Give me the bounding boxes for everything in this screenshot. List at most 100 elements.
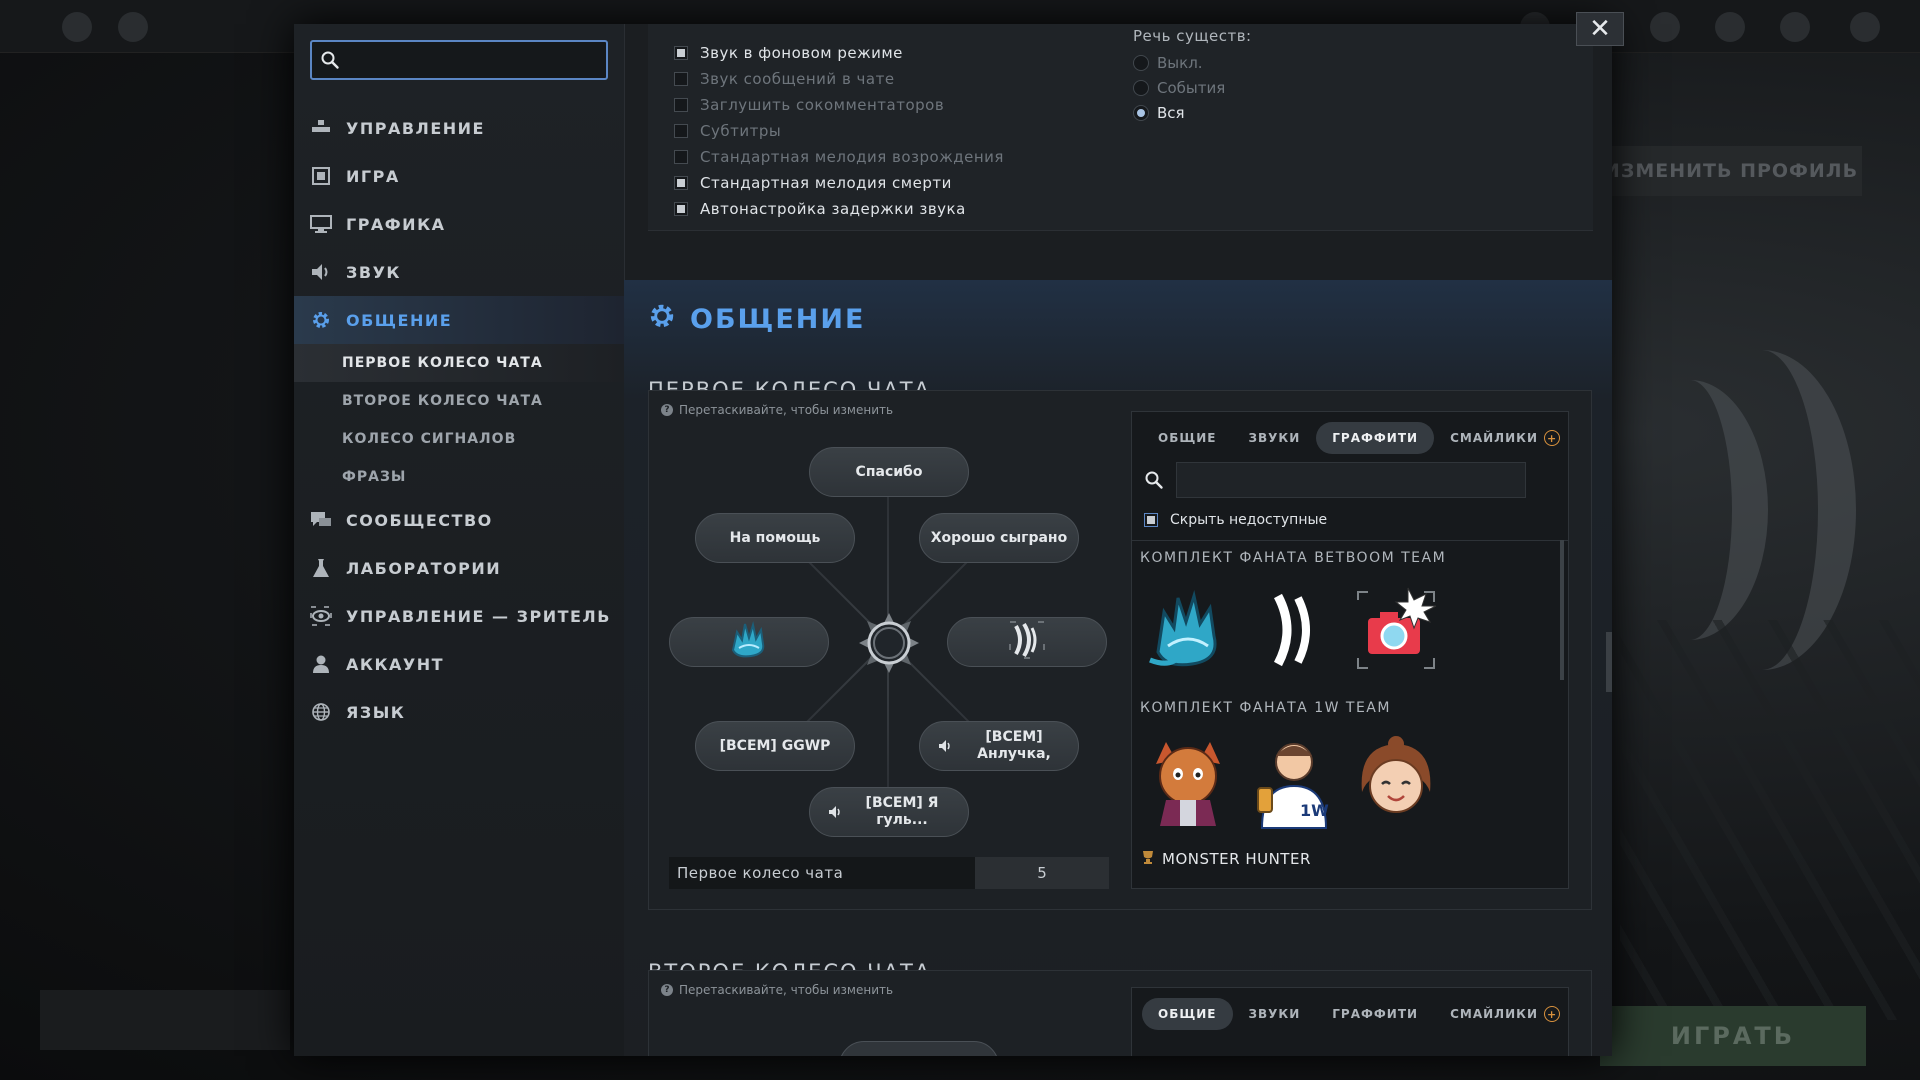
- wheel-number-field[interactable]: 5: [975, 857, 1109, 889]
- background-icon: [62, 12, 92, 42]
- camera-sticker[interactable]: [1348, 582, 1444, 678]
- sticker-group-title: КОМПЛЕКТ ФАНАТА 1W TEAM: [1140, 700, 1391, 716]
- settings-nav: УПРАВЛЕНИЕ ИГРА ГРАФИКА ЗВУК ОБЩЕНИЕ ПЕР…: [294, 104, 624, 736]
- sidebar-subitem-second-chat-wheel[interactable]: ВТОРОЕ КОЛЕСО ЧАТА: [294, 382, 624, 420]
- wheel-name-bar: Первое колесо чата 5: [669, 857, 1109, 889]
- sidebar-item-spectator-controls[interactable]: УПРАВЛЕНИЕ — ЗРИТЕЛЬ: [294, 592, 624, 640]
- wheel-slot-label: [ВСЕМ] Я гуль...: [865, 795, 939, 828]
- settings-search-input[interactable]: [348, 48, 602, 74]
- picker-scrollbar[interactable]: [1560, 540, 1564, 680]
- sidebar-subitem-phrases[interactable]: ФРАЗЫ: [294, 458, 624, 496]
- wheel-slot-top[interactable]: [839, 1041, 999, 1056]
- sidebar-item-account[interactable]: АККАУНТ: [294, 640, 624, 688]
- wheel-slot-label: Спасибо: [855, 463, 923, 480]
- tab-sounds[interactable]: ЗВУКИ: [1233, 998, 1317, 1030]
- wheel-slot-upper-left[interactable]: На помощь: [695, 513, 855, 563]
- sidebar-subitem-ping-wheel[interactable]: КОЛЕСО СИГНАЛОВ: [294, 420, 624, 458]
- checkbox-subtitles[interactable]: Субтитры: [674, 119, 781, 143]
- background-icon: [1650, 12, 1680, 42]
- divider: [1132, 540, 1568, 541]
- tab-emoticons[interactable]: СМАЙЛИКИ +: [1434, 422, 1568, 454]
- sidebar-item-sound[interactable]: ЗВУК: [294, 248, 624, 296]
- checkbox[interactable]: [1144, 513, 1158, 527]
- plus-badge-icon: +: [1544, 1006, 1561, 1022]
- svg-text:1W: 1W: [1300, 801, 1329, 820]
- game-icon: [310, 165, 332, 187]
- tab-sounds[interactable]: ЗВУКИ: [1233, 422, 1317, 454]
- sidebar-item-communication[interactable]: ОБЩЕНИЕ: [294, 296, 624, 344]
- checkbox[interactable]: [674, 124, 688, 138]
- background-icon: [1780, 12, 1810, 42]
- wheel-slot-bottom[interactable]: [ВСЕМ] Я гуль...: [809, 787, 969, 837]
- blue-hand-sticker[interactable]: [1140, 582, 1236, 678]
- drag-hint-text: Перетаскивайте, чтобы изменить: [679, 403, 894, 417]
- wheel-slot-top[interactable]: Спасибо: [809, 447, 969, 497]
- sidebar-item-labs[interactable]: ЛАБОРАТОРИИ: [294, 544, 624, 592]
- wheel-slot-upper-right[interactable]: Хорошо сыграно: [919, 513, 1079, 563]
- checkbox-label: Заглушить сокомментаторов: [700, 96, 945, 114]
- sticker-group-monster-hunter: MONSTER HUNTER: [1140, 850, 1311, 868]
- tab-general[interactable]: ОБЩИЕ: [1142, 422, 1233, 454]
- sidebar-item-game[interactable]: ИГРА: [294, 152, 624, 200]
- background-icon: [1850, 12, 1880, 42]
- user-icon: [310, 653, 332, 675]
- wheel-name-field[interactable]: Первое колесо чата: [669, 857, 975, 889]
- wheel-slot-lower-left[interactable]: [ВСЕМ] GGWP: [695, 721, 855, 771]
- picker-tabs: ОБЩИЕ ЗВУКИ ГРАФФИТИ СМАЙЛИКИ +: [1142, 996, 1576, 1032]
- sidebar-item-controls[interactable]: УПРАВЛЕНИЕ: [294, 104, 624, 152]
- speaker-icon: [938, 739, 952, 758]
- tab-graffiti[interactable]: ГРАФФИТИ: [1316, 998, 1434, 1030]
- checkbox[interactable]: [674, 202, 688, 216]
- checkbox-background-sound[interactable]: Звук в фоновом режиме: [674, 41, 903, 65]
- picker-search-input[interactable]: [1176, 462, 1526, 498]
- background-profile-button: ИЗМЕНИТЬ ПРОФИЛЬ: [1600, 146, 1862, 196]
- radio-label: События: [1157, 79, 1226, 97]
- wheel-slot-lower-right[interactable]: [ВСЕМ] Анлучка,: [919, 721, 1079, 771]
- checkbox-mute-cocasters[interactable]: Заглушить сокомментаторов: [674, 93, 944, 117]
- sidebar-item-community[interactable]: СООБЩЕСТВО: [294, 496, 624, 544]
- checkbox-hide-unavailable[interactable]: Скрыть недоступные: [1144, 512, 1327, 528]
- section-title: ОБЩЕНИЕ: [648, 302, 865, 337]
- tab-graffiti[interactable]: ГРАФФИТИ: [1316, 422, 1435, 454]
- tab-general[interactable]: ОБЩИЕ: [1142, 998, 1233, 1030]
- wheel-slot-left[interactable]: [669, 617, 829, 667]
- checkbox[interactable]: [674, 150, 688, 164]
- checkbox-death-melody[interactable]: Стандартная мелодия смерти: [674, 171, 952, 195]
- plus-badge-icon: +: [1544, 430, 1561, 446]
- checkbox[interactable]: [674, 98, 688, 112]
- checkbox-chat-message-sound[interactable]: Звук сообщений в чате: [674, 67, 895, 91]
- radio[interactable]: [1133, 55, 1149, 71]
- checkbox-label: Субтитры: [700, 122, 782, 140]
- content-scrollbar[interactable]: [1606, 632, 1612, 692]
- close-button[interactable]: ✕: [1576, 12, 1624, 46]
- settings-search[interactable]: [310, 40, 608, 80]
- sidebar-item-label: ОБЩЕНИЕ: [346, 310, 453, 330]
- first-chat-wheel-panel: ? Перетаскивайте, чтобы изменить Спасибо…: [648, 390, 1592, 910]
- sidebar-item-label: ЛАБОРАТОРИИ: [346, 558, 502, 578]
- tab-emoticons[interactable]: СМАЙЛИКИ +: [1434, 998, 1576, 1030]
- sound-wave-sticker[interactable]: [1244, 582, 1340, 678]
- radio[interactable]: [1133, 105, 1149, 121]
- radio-creature-speech-all[interactable]: Вся: [1133, 101, 1185, 125]
- sidebar-item-graphics[interactable]: ГРАФИКА: [294, 200, 624, 248]
- checkbox[interactable]: [674, 176, 688, 190]
- sidebar-item-label: УПРАВЛЕНИЕ — ЗРИТЕЛЬ: [346, 606, 611, 626]
- smiling-girl-sticker[interactable]: [1348, 734, 1444, 830]
- checkbox-respawn-melody[interactable]: Стандартная мелодия возрождения: [674, 145, 1004, 169]
- wheel-slot-right[interactable]: [947, 617, 1107, 667]
- gear-icon: [310, 309, 332, 331]
- sidebar-subitem-first-chat-wheel[interactable]: ПЕРВОЕ КОЛЕСО ЧАТА: [294, 344, 624, 382]
- checkbox[interactable]: [674, 46, 688, 60]
- 1w-player-sticker[interactable]: 1W: [1244, 734, 1340, 830]
- radio-creature-speech-events[interactable]: События: [1133, 76, 1225, 100]
- speaker-icon: [310, 261, 332, 283]
- cat-warrior-sticker[interactable]: [1140, 734, 1236, 830]
- radio-creature-speech-off[interactable]: Выкл.: [1133, 51, 1203, 75]
- checkbox[interactable]: [674, 72, 688, 86]
- sidebar-item-label: ГРАФИКА: [346, 214, 446, 234]
- radio[interactable]: [1133, 80, 1149, 96]
- wheel-slot-label: Хорошо сыграно: [930, 529, 1068, 546]
- background-bottom-panel: [40, 990, 290, 1050]
- checkbox-auto-audio-delay[interactable]: Автонастройка задержки звука: [674, 197, 966, 221]
- sidebar-item-language[interactable]: ЯЗЫК: [294, 688, 624, 736]
